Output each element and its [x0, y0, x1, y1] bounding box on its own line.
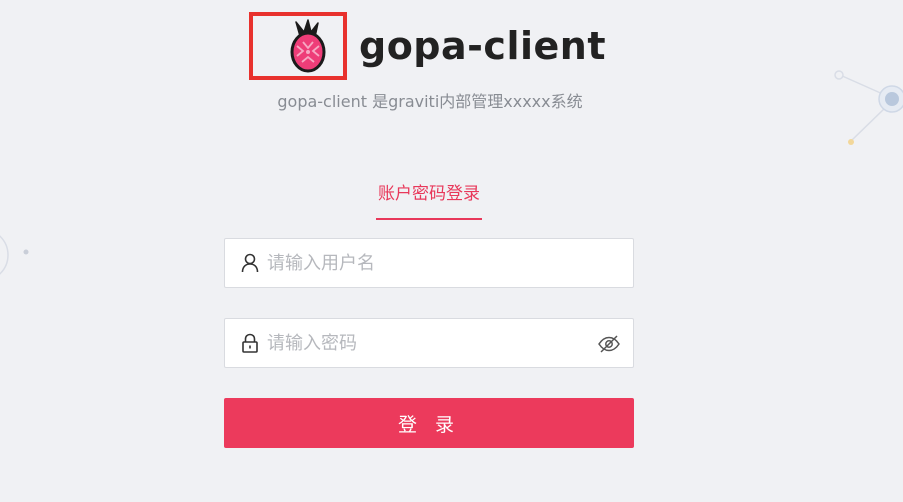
password-input[interactable] — [265, 331, 589, 355]
login-page: gopa-client gopa-client 是graviti内部管理xxxx… — [0, 0, 903, 502]
user-icon — [240, 253, 260, 273]
login-button[interactable]: 登 录 — [224, 398, 634, 448]
app-header: gopa-client — [249, 10, 606, 82]
username-input[interactable] — [265, 251, 589, 275]
password-field[interactable] — [224, 318, 634, 368]
eye-off-icon[interactable] — [597, 332, 621, 356]
dragonfruit-logo-icon — [290, 19, 326, 73]
tab-account-password-login[interactable]: 账户密码登录 — [376, 179, 482, 220]
logo-highlight-box — [249, 12, 347, 80]
app-subtitle: gopa-client 是graviti内部管理xxxxx系统 — [277, 92, 583, 111]
app-title: gopa-client — [359, 24, 606, 68]
username-field[interactable] — [224, 238, 634, 288]
lock-icon — [240, 333, 260, 353]
